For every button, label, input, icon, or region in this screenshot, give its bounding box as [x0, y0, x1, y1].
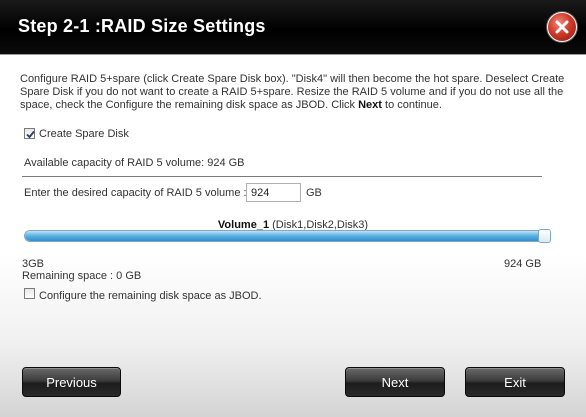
slider-max-label: 924 GB	[504, 258, 542, 270]
separator-line	[22, 176, 542, 177]
capacity-input-label: Enter the desired capacity of RAID 5 vol…	[24, 187, 247, 199]
close-icon	[555, 20, 569, 34]
title-bar: Step 2-1 :RAID Size Settings	[0, 0, 586, 55]
dialog-title: Step 2-1 :RAID Size Settings	[18, 16, 266, 36]
dialog-body: Configure RAID 5+spare (click Create Spa…	[0, 55, 586, 417]
remaining-space-text: Remaining space : 0 GB	[22, 270, 142, 282]
previous-button[interactable]: Previous	[22, 367, 121, 397]
instructions-next-emphasis: Next	[358, 99, 382, 111]
raid-size-settings-dialog: Step 2-1 :RAID Size Settings Configure R…	[0, 0, 586, 417]
exit-button[interactable]: Exit	[465, 367, 565, 397]
jbod-checkbox[interactable]	[24, 288, 35, 299]
close-button[interactable]	[547, 12, 577, 42]
capacity-slider-track[interactable]	[24, 230, 551, 242]
capacity-slider-handle[interactable]	[538, 229, 551, 243]
checkmark-icon	[26, 130, 35, 139]
capacity-unit-label: GB	[306, 187, 322, 199]
capacity-slider-fill	[25, 231, 550, 241]
create-spare-disk-checkbox[interactable]	[24, 128, 35, 139]
available-capacity-text: Available capacity of RAID 5 volume: 924…	[24, 157, 245, 169]
instructions-text: Configure RAID 5+spare (click Create Spa…	[20, 73, 565, 111]
create-spare-disk-label: Create Spare Disk	[39, 128, 129, 140]
next-button[interactable]: Next	[345, 367, 445, 397]
raid5-capacity-input[interactable]	[246, 183, 301, 202]
slider-min-label: 3GB	[22, 258, 45, 270]
jbod-label: Configure the remaining disk space as JB…	[39, 290, 262, 302]
